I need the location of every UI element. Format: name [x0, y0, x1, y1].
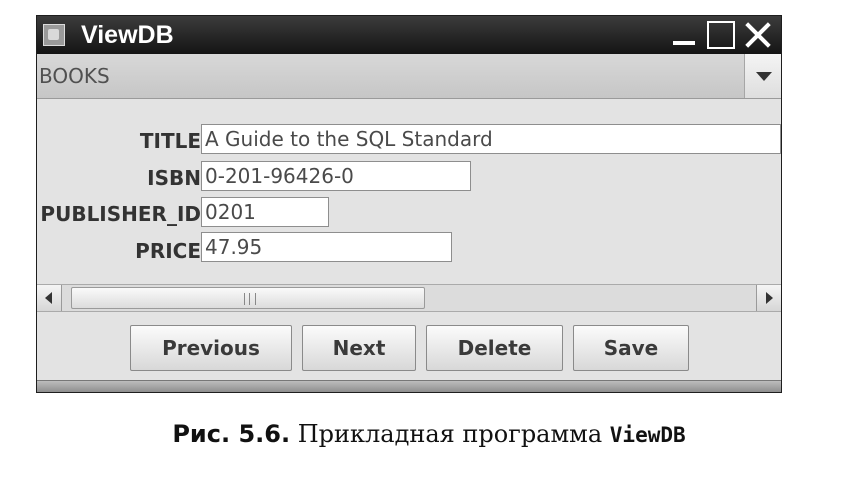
field-label-title: TITLE — [139, 129, 201, 153]
publisher-id-field[interactable]: 0201 — [201, 197, 329, 227]
grip-icon — [244, 293, 256, 305]
field-label-publisher-id: PUBLISHER_ID — [40, 202, 201, 226]
title-field[interactable]: A Guide to the SQL Standard — [201, 124, 781, 154]
previous-button[interactable]: Previous — [130, 325, 292, 371]
next-button[interactable]: Next — [302, 325, 416, 371]
scrollbar-thumb[interactable] — [71, 287, 425, 309]
window-bottom-edge — [37, 380, 781, 392]
minimize-icon[interactable] — [670, 21, 698, 49]
figure-caption: Рис. 5.6. Прикладная программа ViewDB — [0, 420, 858, 448]
delete-button[interactable]: Delete — [426, 325, 563, 371]
horizontal-scrollbar[interactable] — [37, 284, 781, 312]
viewdb-window: ViewDB BOOKS TITLE A Guide to the SQL St… — [36, 15, 782, 393]
price-field[interactable]: 47.95 — [201, 232, 452, 262]
caption-number: Рис. 5.6. — [172, 420, 291, 448]
java-app-icon[interactable] — [43, 24, 65, 46]
save-button[interactable]: Save — [573, 325, 689, 371]
record-form: TITLE A Guide to the SQL Standard ISBN 0… — [37, 116, 781, 286]
maximize-icon[interactable] — [707, 21, 735, 49]
field-label-isbn: ISBN — [147, 166, 201, 190]
close-icon[interactable] — [744, 21, 772, 49]
field-label-price: PRICE — [135, 239, 201, 263]
scroll-right-icon[interactable] — [756, 285, 781, 311]
chevron-down-icon[interactable] — [744, 54, 781, 98]
table-select-value: BOOKS — [39, 64, 110, 88]
caption-text: Прикладная программа — [297, 420, 603, 448]
window-title: ViewDB — [81, 21, 174, 49]
scroll-left-icon[interactable] — [37, 285, 62, 311]
isbn-field[interactable]: 0-201-96426-0 — [201, 161, 471, 191]
caption-code: ViewDB — [609, 423, 686, 447]
table-select[interactable]: BOOKS — [37, 54, 781, 99]
title-bar[interactable]: ViewDB — [37, 16, 781, 54]
